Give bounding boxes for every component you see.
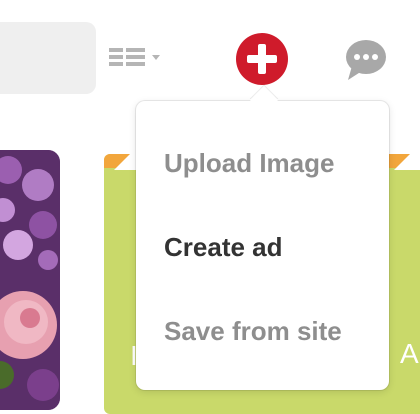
list-view-icon xyxy=(109,48,145,66)
flower-photo xyxy=(0,150,60,410)
messages-button[interactable] xyxy=(344,38,388,82)
add-menu: Upload Image Create ad Save from site xyxy=(136,101,389,390)
chat-bubble-icon xyxy=(346,40,386,80)
add-pin-button[interactable] xyxy=(236,33,288,85)
menu-item-upload-image[interactable]: Upload Image xyxy=(164,148,334,178)
plus-icon xyxy=(247,44,277,74)
menu-item-save-from-site[interactable]: Save from site xyxy=(164,316,342,346)
caret-down-icon xyxy=(152,54,160,60)
view-toggle-button[interactable] xyxy=(109,44,169,70)
search-input[interactable] xyxy=(0,22,96,94)
menu-item-create-ad[interactable]: Create ad xyxy=(164,232,283,262)
flower-pin-image[interactable] xyxy=(0,150,60,410)
